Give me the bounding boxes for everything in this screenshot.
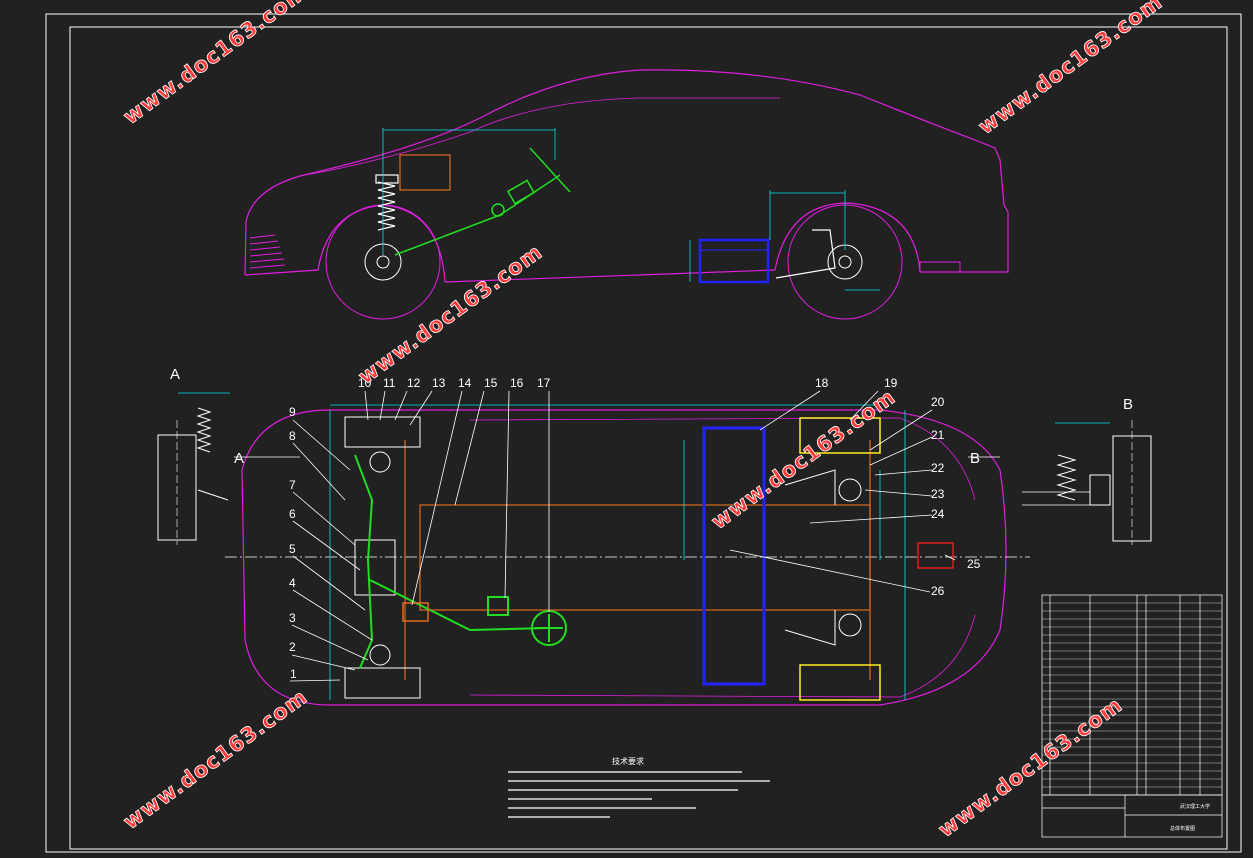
detail-a-label: A (170, 366, 180, 383)
callout-15: 15 (484, 376, 498, 390)
callout-3: 3 (289, 611, 296, 625)
callout-17: 17 (537, 376, 551, 390)
callout-21: 21 (931, 428, 945, 442)
battery-box-side (698, 238, 770, 284)
callout-4: 4 (289, 576, 296, 590)
top-view: 1 2 3 4 5 6 7 8 9 10 11 12 13 14 15 16 1… (225, 376, 1030, 706)
callout-11: 11 (383, 376, 396, 390)
callout-6: 6 (289, 507, 296, 521)
leader-lines (234, 390, 1000, 682)
rear-hub-inner (838, 255, 852, 269)
front-coil-spring (375, 174, 399, 231)
watermark: www.doc163.com (707, 385, 900, 535)
steering-linkage (354, 454, 567, 669)
outer-frame (45, 13, 1242, 853)
callout-14: 14 (458, 376, 472, 390)
view-label-b-right: B (970, 450, 980, 467)
roof-line (299, 97, 780, 177)
title-block (1041, 594, 1223, 838)
car-side-outline (244, 69, 1009, 283)
callout-24: 24 (931, 507, 945, 521)
callout-8: 8 (289, 429, 296, 443)
callout-1: 1 (290, 667, 297, 681)
watermark: www.doc163.com (974, 0, 1167, 139)
watermark: www.doc163.com (354, 240, 547, 390)
grille (249, 234, 286, 269)
callout-20: 20 (931, 395, 945, 409)
watermark: www.doc163.com (119, 0, 312, 129)
callout-5: 5 (289, 542, 296, 556)
watermark: www.doc163.com (119, 685, 312, 835)
callout-13: 13 (432, 376, 446, 390)
callout-25: 25 (967, 557, 981, 571)
detail-b-label: B (1123, 396, 1133, 413)
callout-2: 2 (289, 640, 296, 654)
front-hub-inner (376, 255, 390, 269)
side-dimensions (382, 128, 880, 291)
callout-26: 26 (931, 584, 945, 598)
controller-unit (917, 542, 954, 569)
title-drawing-name: 总体布置图 (1170, 825, 1195, 832)
callout-9: 9 (289, 405, 296, 419)
callout-12: 12 (407, 376, 421, 390)
callout-16: 16 (510, 376, 524, 390)
title-school: 武汉理工大学 (1180, 803, 1210, 810)
callout-22: 22 (931, 461, 945, 475)
steering-pump (399, 154, 451, 191)
view-label-a-left: A (234, 450, 244, 467)
car-top-outline (241, 409, 1007, 706)
bom-rows (1042, 602, 1222, 788)
notes-title: 技术要求 (612, 756, 644, 766)
assembly-drawing: 1 2 3 4 5 6 7 8 9 10 11 12 13 14 15 16 1… (45, 0, 1242, 853)
technical-notes: 技术要求 (508, 756, 770, 818)
tail-lamp (919, 261, 961, 273)
car-top-inner (469, 417, 976, 698)
steering-pump-top (402, 602, 429, 622)
detail-view-a: A (157, 366, 230, 545)
side-view (244, 69, 1009, 320)
steering-column-side (394, 147, 571, 256)
callout-23: 23 (931, 487, 945, 501)
battery-pack (702, 426, 766, 686)
rear-suspension (784, 469, 862, 646)
rear-trailing-arm (775, 229, 836, 279)
watermark: www.doc163.com (934, 693, 1127, 843)
callout-18: 18 (815, 376, 829, 390)
callout-7: 7 (289, 478, 296, 492)
detail-view-b: B (1022, 396, 1152, 545)
